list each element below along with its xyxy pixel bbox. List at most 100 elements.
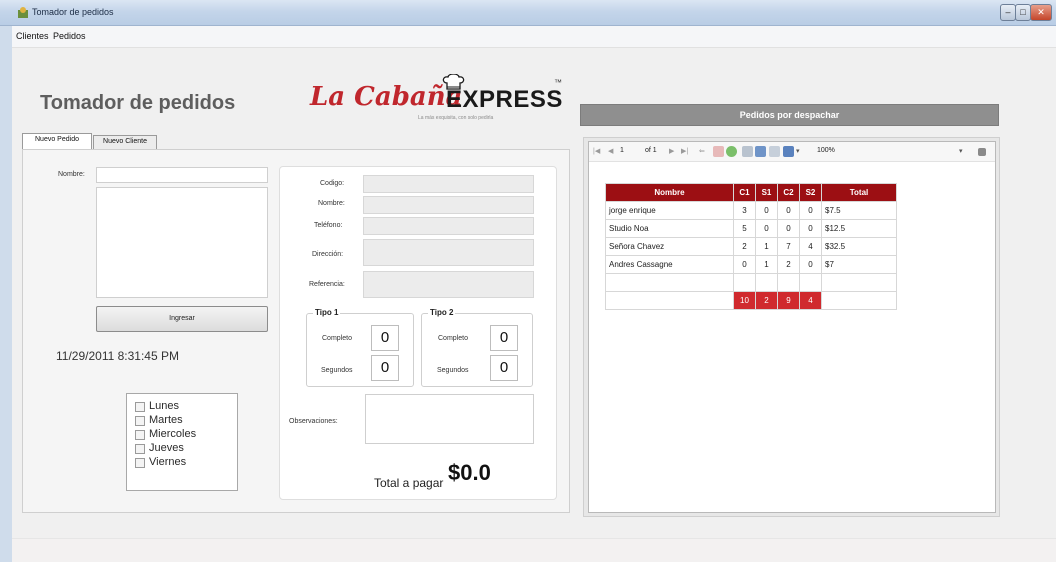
nombre-input[interactable] bbox=[96, 167, 268, 183]
row-c1: 3 bbox=[733, 201, 756, 220]
page-setup-icon[interactable] bbox=[769, 146, 780, 157]
empty-cell bbox=[777, 273, 800, 292]
stop-icon[interactable] bbox=[713, 146, 724, 157]
column-header-c1: C1 bbox=[733, 183, 756, 202]
observaciones-field[interactable] bbox=[365, 394, 534, 444]
table-empty-row bbox=[605, 273, 897, 292]
row-s2: 0 bbox=[799, 201, 822, 220]
empty-cell bbox=[799, 273, 822, 292]
total-c2: 9 bbox=[777, 291, 800, 310]
column-header-s1: S1 bbox=[755, 183, 778, 202]
row-c2: 7 bbox=[777, 237, 800, 256]
referencia-field[interactable] bbox=[363, 271, 534, 298]
days-checklist: Lunes Martes Miercoles Jueves Viernes bbox=[126, 393, 238, 491]
empty-cell bbox=[733, 273, 756, 292]
row-nombre: jorge enrique bbox=[605, 201, 734, 220]
table-row[interactable]: Señora Chavez 2 1 7 4 $32.5 bbox=[605, 237, 897, 256]
print-icon[interactable] bbox=[742, 146, 753, 157]
brand-logo: La Cabaña EXPRESS ™ La más exquisita, co… bbox=[310, 74, 563, 126]
row-c2: 2 bbox=[777, 255, 800, 274]
refresh-icon[interactable] bbox=[726, 146, 737, 157]
checkbox[interactable] bbox=[135, 458, 145, 468]
close-button[interactable]: ✕ bbox=[1030, 4, 1052, 21]
observaciones-label: Observaciones: bbox=[289, 418, 338, 425]
chevron-down-icon[interactable]: ▾ bbox=[796, 147, 800, 155]
last-page-icon[interactable]: ▶| bbox=[681, 147, 688, 155]
tab-nuevo-cliente[interactable]: Nuevo Cliente bbox=[93, 135, 157, 149]
print-layout-icon[interactable] bbox=[755, 146, 766, 157]
row-s1: 1 bbox=[755, 237, 778, 256]
row-s1: 1 bbox=[755, 255, 778, 274]
back-icon[interactable]: ⇐ bbox=[699, 147, 705, 155]
logo-express-text: EXPRESS bbox=[446, 86, 563, 113]
tipo1-completo-input[interactable]: 0 bbox=[371, 325, 399, 351]
total-s1: 2 bbox=[755, 291, 778, 310]
table-row[interactable]: jorge enrique 3 0 0 0 $7.5 bbox=[605, 201, 897, 220]
tipo1-segundos-input[interactable]: 0 bbox=[371, 355, 399, 381]
logo-script-text: La Cabaña bbox=[310, 82, 463, 112]
tipo2-segundos-input[interactable]: 0 bbox=[490, 355, 518, 381]
table-row[interactable]: Studio Noa 5 0 0 0 $12.5 bbox=[605, 219, 897, 238]
report-viewer: |◀ ◀ 1 of 1 ▶ ▶| ⇐ ▾ 100% ▾ Nombre C1 S1… bbox=[588, 141, 996, 513]
tipo2-segundos-label: Segundos bbox=[437, 367, 469, 374]
direccion-label: Dirección: bbox=[312, 251, 344, 258]
page-count: of 1 bbox=[645, 147, 657, 154]
total-value: $0.0 bbox=[448, 460, 491, 485]
row-s2: 0 bbox=[799, 219, 822, 238]
empty-cell bbox=[605, 273, 734, 292]
tab-nuevo-pedido[interactable]: Nuevo Pedido bbox=[22, 133, 92, 150]
checkbox[interactable] bbox=[135, 430, 145, 440]
checkbox[interactable] bbox=[135, 416, 145, 426]
zoom-select[interactable]: 100% bbox=[817, 147, 835, 154]
row-c2: 0 bbox=[777, 201, 800, 220]
first-page-icon[interactable]: |◀ bbox=[593, 147, 600, 155]
next-page-icon[interactable]: ▶ bbox=[669, 147, 674, 155]
tipo2-completo-input[interactable]: 0 bbox=[490, 325, 518, 351]
menu-pedidos[interactable]: Pedidos bbox=[53, 31, 86, 41]
ingresar-button[interactable]: Ingresar bbox=[96, 306, 268, 332]
day-label: Miercoles bbox=[149, 428, 197, 440]
pending-orders-header: Pedidos por despachar bbox=[580, 104, 999, 126]
tipo1-title: Tipo 1 bbox=[313, 308, 341, 317]
tipo1-completo-label: Completo bbox=[322, 335, 352, 342]
title-bar[interactable]: Tomador de pedidos – □ ✕ bbox=[0, 0, 1056, 26]
app-icon bbox=[18, 7, 28, 18]
menu-clientes[interactable]: Clientes bbox=[16, 31, 49, 41]
row-total: $7.5 bbox=[821, 201, 897, 220]
column-header-nombre: Nombre bbox=[605, 183, 734, 202]
day-label: Jueves bbox=[149, 442, 184, 454]
prev-page-icon[interactable]: ◀ bbox=[608, 147, 613, 155]
column-header-total: Total bbox=[821, 183, 897, 202]
row-nombre: Señora Chavez bbox=[605, 237, 734, 256]
telefono-field[interactable] bbox=[363, 217, 534, 235]
tipo2-title: Tipo 2 bbox=[428, 308, 456, 317]
row-c2: 0 bbox=[777, 219, 800, 238]
checkbox[interactable] bbox=[135, 444, 145, 454]
maximize-button[interactable]: □ bbox=[1015, 4, 1031, 21]
order-items-list[interactable] bbox=[96, 187, 268, 298]
codigo-label: Codigo: bbox=[320, 180, 345, 187]
app-window: Tomador de pedidos – □ ✕ Clientes Pedido… bbox=[0, 0, 1056, 562]
tipo1-segundos-label: Segundos bbox=[321, 367, 353, 374]
row-total: $32.5 bbox=[821, 237, 897, 256]
codigo-field[interactable] bbox=[363, 175, 534, 193]
direccion-field[interactable] bbox=[363, 239, 534, 266]
row-nombre: Studio Noa bbox=[605, 219, 734, 238]
page-title: Tomador de pedidos bbox=[40, 92, 236, 114]
row-c1: 5 bbox=[733, 219, 756, 238]
day-label: Martes bbox=[149, 414, 183, 426]
empty-cell bbox=[755, 273, 778, 292]
export-icon[interactable] bbox=[783, 146, 794, 157]
client-nombre-field[interactable] bbox=[363, 196, 534, 214]
total-c1: 10 bbox=[733, 291, 756, 310]
zoom-chevron-down-icon[interactable]: ▾ bbox=[959, 147, 963, 155]
checkbox[interactable] bbox=[135, 402, 145, 412]
row-s2: 4 bbox=[799, 237, 822, 256]
row-c1: 0 bbox=[733, 255, 756, 274]
referencia-label: Referencia: bbox=[309, 281, 345, 288]
client-nombre-label: Nombre: bbox=[318, 200, 345, 207]
scroll-icon[interactable] bbox=[978, 148, 986, 156]
minimize-button[interactable]: – bbox=[1000, 4, 1016, 21]
table-row[interactable]: Andres Cassagne 0 1 2 0 $7 bbox=[605, 255, 897, 274]
page-number[interactable]: 1 bbox=[620, 147, 624, 154]
